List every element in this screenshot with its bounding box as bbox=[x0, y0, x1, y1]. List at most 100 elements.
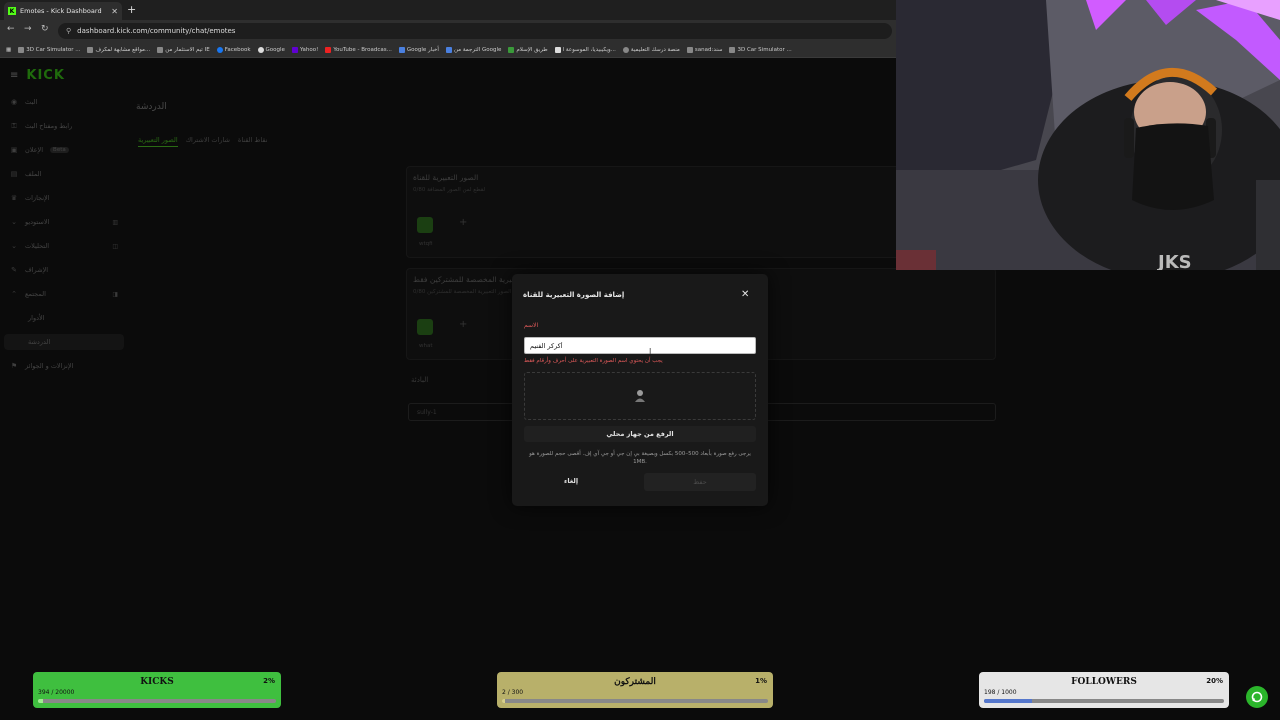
sidebar-item-studio[interactable]: ⌄ الاستوديو ▥ bbox=[10, 214, 118, 230]
svg-text:JKS: JKS bbox=[1156, 252, 1192, 270]
bookmark-item[interactable]: Google أخبار bbox=[398, 46, 439, 53]
sidebar-item-analytics[interactable]: ⌄ التحليلات ◫ bbox=[10, 238, 118, 254]
upload-help-text: يرجى رفع صورة بأبعاد 500–500 بكسل وبصيغة… bbox=[529, 451, 751, 465]
tab-channel-points[interactable]: نقاط القناة bbox=[238, 136, 268, 147]
trophy-icon: ♛ bbox=[10, 194, 18, 202]
url-text: dashboard.kick.com/community/chat/emotes bbox=[77, 27, 236, 35]
bookmark-item[interactable]: 3D Car Simulator ... bbox=[729, 46, 792, 53]
kick-favicon-icon: K bbox=[8, 7, 16, 15]
kicks-goal: KICKS 2% 394 / 20000 bbox=[33, 672, 281, 708]
sidebar-item-community[interactable]: ⌃ المجتمع ◨ bbox=[10, 286, 118, 302]
bookmark-item[interactable]: Yahoo! bbox=[291, 46, 318, 53]
bookmark-item[interactable]: Facebook bbox=[216, 46, 251, 53]
upload-local-button[interactable]: الرفع من جهاز محلي bbox=[524, 426, 756, 442]
section-subtitle: لقطع لمن الصور المضافة 0/80 bbox=[413, 187, 486, 193]
goal-percent: 2% bbox=[263, 677, 275, 685]
live-icon: ◉ bbox=[10, 98, 18, 106]
emote-thumbnail[interactable] bbox=[417, 217, 433, 233]
bookmark-item[interactable]: مواقع مشابهة لمكرف... bbox=[87, 46, 150, 53]
beta-badge: Beta bbox=[50, 147, 69, 153]
bookmarks-bar: ▦ 3D Car Simulator ... مواقع مشابهة لمكر… bbox=[0, 42, 896, 58]
add-emote-modal: إضافة الصورة التعبيرية للقناة ✕ الاسم I … bbox=[512, 274, 768, 506]
page-title: الدردشة bbox=[136, 102, 167, 112]
prefix-label: البادئة bbox=[411, 376, 429, 384]
tab-emotes[interactable]: الصور التعبيرية bbox=[138, 136, 178, 147]
save-button[interactable]: حفظ bbox=[644, 473, 756, 491]
name-error: يجب أن يحتوي اسم الصورة التعبيرية على أح… bbox=[524, 358, 663, 364]
sidebar-item-achievements[interactable]: ♛ الإنجازات bbox=[10, 190, 118, 206]
webcam-image: JKS bbox=[896, 0, 1280, 270]
bookmark-item[interactable]: sanad:سند bbox=[686, 46, 722, 53]
goal-progress-track bbox=[984, 699, 1224, 703]
goal-count: 394 / 20000 bbox=[38, 689, 75, 696]
chat-icon bbox=[1251, 691, 1263, 703]
sidebar-item-stream[interactable]: ◉ البث bbox=[10, 94, 118, 110]
bookmark-item[interactable]: منصة درسك التعليمية bbox=[622, 46, 680, 53]
goal-progress-track bbox=[38, 699, 276, 703]
bookmark-item[interactable]: طريق الإسلام bbox=[508, 46, 548, 53]
apps-icon[interactable]: ▦ bbox=[6, 47, 11, 53]
goal-progress-fill bbox=[984, 699, 1032, 703]
goal-count: 198 / 1000 bbox=[984, 689, 1017, 696]
goal-count: 2 / 300 bbox=[502, 689, 524, 696]
chat-bubble-button[interactable] bbox=[1246, 686, 1268, 708]
back-icon[interactable]: ← bbox=[7, 24, 15, 34]
goal-percent: 20% bbox=[1206, 677, 1223, 685]
sidebar-item-chat[interactable]: الدردشة bbox=[4, 334, 124, 350]
bookmark-item[interactable]: تيم الاستثمار من IE bbox=[157, 46, 210, 53]
sidebar-item-ads[interactable]: ▣ الإعلان Beta bbox=[10, 142, 118, 158]
goal-percent: 1% bbox=[755, 677, 767, 685]
webcam-overlay: JKS bbox=[896, 0, 1280, 270]
community-icon: ◨ bbox=[112, 290, 118, 298]
goal-progress-fill bbox=[502, 699, 505, 703]
new-tab-button[interactable]: + bbox=[127, 3, 136, 16]
add-emote-icon[interactable]: + bbox=[459, 217, 467, 228]
profile-icon: ▤ bbox=[10, 170, 18, 178]
chevron-up-icon: ⌃ bbox=[11, 290, 17, 298]
bookmark-item[interactable]: ويكيبيديا، الموسوعة ا... bbox=[554, 46, 616, 53]
chevron-down-icon: ⌄ bbox=[11, 242, 17, 250]
site-info-icon[interactable]: ⚲ bbox=[66, 27, 71, 35]
analytics-icon: ◫ bbox=[112, 242, 118, 250]
browser-tab-bar: K Emotes - Kick Dashboard ✕ + bbox=[0, 0, 896, 20]
sidebar-item-stream-key[interactable]: ⚿ رابط ومفتاح البث bbox=[10, 118, 118, 134]
sidebar-item-moderation[interactable]: ✎ الإشراف bbox=[10, 262, 118, 278]
emote-thumbnail[interactable] bbox=[417, 319, 433, 335]
close-icon[interactable]: ✕ bbox=[741, 289, 749, 300]
sidebar-item-roles[interactable]: الأدوار bbox=[10, 310, 118, 326]
name-input[interactable] bbox=[524, 337, 756, 354]
tab-title: Emotes - Kick Dashboard bbox=[20, 7, 102, 15]
section-title: الصور التعبيرية للقناة bbox=[413, 173, 479, 182]
bookmark-item[interactable]: 3D Car Simulator ... bbox=[18, 46, 80, 53]
key-icon: ⚿ bbox=[11, 121, 17, 130]
cancel-button[interactable]: إلغاء bbox=[564, 477, 578, 485]
section-subtitle: الصور التعبيرية المخصصة للمشتركين 0/80 bbox=[413, 289, 512, 295]
close-tab-icon[interactable]: ✕ bbox=[111, 7, 118, 16]
forward-icon[interactable]: → bbox=[24, 24, 32, 34]
goal-title: KICKS bbox=[140, 677, 174, 687]
add-emote-icon[interactable]: + bbox=[459, 319, 467, 330]
menu-icon[interactable]: ≡ bbox=[10, 70, 18, 81]
bookmark-item[interactable]: Google bbox=[257, 46, 285, 53]
sidebar-item-drops[interactable]: ⚑ الإنزالات و الجوائز bbox=[10, 358, 118, 374]
bookmark-item[interactable]: YouTube - Broadcas... bbox=[325, 46, 392, 53]
tab-sub-badges[interactable]: شارات الاشتراك bbox=[186, 136, 230, 147]
studio-icon: ▥ bbox=[112, 218, 118, 226]
kick-logo[interactable]: KICK bbox=[26, 68, 65, 83]
upload-image-icon bbox=[635, 390, 645, 402]
screen: K Emotes - Kick Dashboard ✕ + ← → ↻ ⚲ da… bbox=[0, 0, 1280, 720]
browser-tab[interactable]: K Emotes - Kick Dashboard ✕ bbox=[4, 2, 122, 20]
goal-title: FOLLOWERS bbox=[1071, 677, 1137, 687]
goal-title: المشتركون bbox=[614, 677, 656, 687]
bookmark-item[interactable]: الترجمة من Google bbox=[445, 46, 501, 53]
chevron-down-icon: ⌄ bbox=[11, 218, 17, 226]
logo-row: ≡ KICK bbox=[10, 68, 65, 83]
sidebar-item-profile[interactable]: ▤ الملف bbox=[10, 166, 118, 182]
address-bar: ← → ↻ ⚲ dashboard.kick.com/community/cha… bbox=[0, 20, 896, 42]
ad-icon: ▣ bbox=[10, 146, 18, 154]
moderation-icon: ✎ bbox=[11, 266, 17, 274]
url-field[interactable]: ⚲ dashboard.kick.com/community/chat/emot… bbox=[58, 23, 892, 39]
reload-icon[interactable]: ↻ bbox=[41, 24, 49, 34]
text-cursor-icon: I bbox=[649, 347, 652, 356]
sidebar: ≡ KICK ◉ البث ⚿ رابط ومفتاح البث ▣ الإعلان B… bbox=[0, 58, 128, 658]
